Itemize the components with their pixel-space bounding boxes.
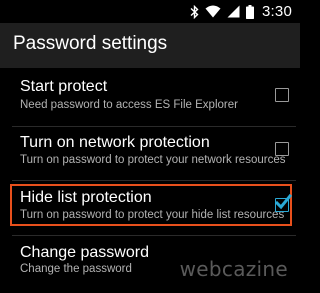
battery-icon <box>246 4 254 19</box>
divider <box>12 126 296 127</box>
action-bar: Password settings <box>0 23 300 68</box>
wifi-icon <box>205 5 221 18</box>
setting-network-protection[interactable]: Turn on network protection Turn on passw… <box>0 129 300 183</box>
network-protection-checkbox[interactable] <box>275 142 289 156</box>
status-bar: 3:30 <box>0 0 300 23</box>
setting-title: Hide list protection <box>20 189 152 206</box>
bluetooth-icon <box>190 4 199 19</box>
status-icons: 3:30 <box>190 0 292 23</box>
signal-icon <box>227 5 240 18</box>
checkmark-icon <box>274 193 292 210</box>
page-title: Password settings <box>13 33 168 54</box>
setting-start-protect[interactable]: Start protect Need password to access ES… <box>0 73 300 127</box>
setting-summary: Turn on password to protect your hide li… <box>20 209 285 221</box>
divider <box>12 180 296 181</box>
setting-hide-list-protection[interactable]: Hide list protection Turn on password to… <box>0 184 300 238</box>
watermark: webcazine <box>179 257 288 281</box>
status-time: 3:30 <box>262 3 292 20</box>
start-protect-checkbox[interactable] <box>275 88 289 102</box>
setting-summary: Change the password <box>20 263 132 275</box>
setting-title: Start protect <box>20 78 108 95</box>
divider <box>12 235 296 236</box>
setting-summary: Need password to access ES File Explorer <box>20 99 238 111</box>
setting-title: Turn on network protection <box>20 134 210 151</box>
setting-title: Change password <box>20 244 149 261</box>
setting-summary: Turn on password to protect your network… <box>20 154 286 166</box>
